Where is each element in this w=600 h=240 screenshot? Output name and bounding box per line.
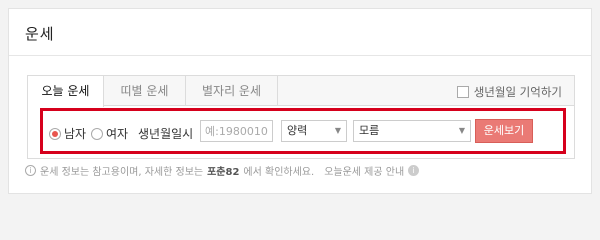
gender-female-label: 여자 (106, 127, 129, 141)
chevron-down-icon: ▼ (458, 126, 465, 135)
chevron-down-icon: ▼ (334, 126, 341, 135)
info-icon[interactable]: i (408, 165, 420, 176)
radio-checked-icon[interactable] (49, 127, 61, 140)
info-line: i 운세 정보는 참고용이며, 자세한 정보는 포춘82 에서 확인하세요. 오… (25, 163, 420, 178)
info-text-after: 에서 확인하세요. (243, 167, 315, 178)
radio-unchecked-icon[interactable] (91, 127, 103, 140)
tab-today-fortune[interactable]: 오늘 운세 (28, 76, 104, 107)
birth-date-input[interactable] (200, 120, 273, 142)
remember-birth-label: 생년월일 기억하기 (473, 85, 562, 99)
gender-female-radio[interactable]: 여자 (91, 125, 128, 142)
tab-label: 별자리 운세 (201, 84, 261, 98)
checkbox-box[interactable] (456, 86, 469, 98)
calendar-type-select[interactable]: 양력 ▼ (281, 120, 347, 142)
tab-zodiac-animal-fortune[interactable]: 띠별 운세 (104, 76, 186, 106)
birth-label: 생년월일시 (138, 127, 194, 141)
birth-form: 남자 여자 생년월일시 양력 ▼ 모름 ▼ 운세보기 (40, 108, 566, 154)
gender-male-label: 남자 (64, 127, 87, 141)
view-fortune-button[interactable]: 운세보기 (475, 119, 533, 143)
info-text-before: 운세 정보는 참고용이며, 자세한 정보는 (40, 167, 204, 178)
tab-label: 띠별 운세 (120, 84, 169, 98)
remember-birth-checkbox[interactable]: 생년월일 기억하기 (456, 84, 562, 100)
tab-label: 오늘 운세 (41, 84, 90, 98)
tab-bar: 오늘 운세 띠별 운세 별자리 운세 생년월일 기억하기 (28, 76, 574, 107)
gender-male-radio[interactable]: 남자 (49, 125, 86, 142)
fortune-card: 운세 오늘 운세 띠별 운세 별자리 운세 생년월일 기억하기 남자 여자 생년… (8, 8, 592, 194)
card-title: 운세 (25, 25, 55, 43)
birth-time-value: 모름 (359, 124, 380, 137)
fortune-panel: 오늘 운세 띠별 운세 별자리 운세 생년월일 기억하기 남자 여자 생년월일시… (27, 75, 575, 159)
source-link[interactable]: 포춘82 (207, 163, 239, 178)
birth-time-select[interactable]: 모름 ▼ (353, 120, 471, 142)
service-notice-link[interactable]: 오늘운세 제공 안내 (324, 163, 404, 178)
calendar-type-value: 양력 (287, 124, 308, 137)
tab-constellation-fortune[interactable]: 별자리 운세 (186, 76, 278, 106)
card-divider (9, 55, 591, 56)
info-icon: i (25, 165, 36, 176)
